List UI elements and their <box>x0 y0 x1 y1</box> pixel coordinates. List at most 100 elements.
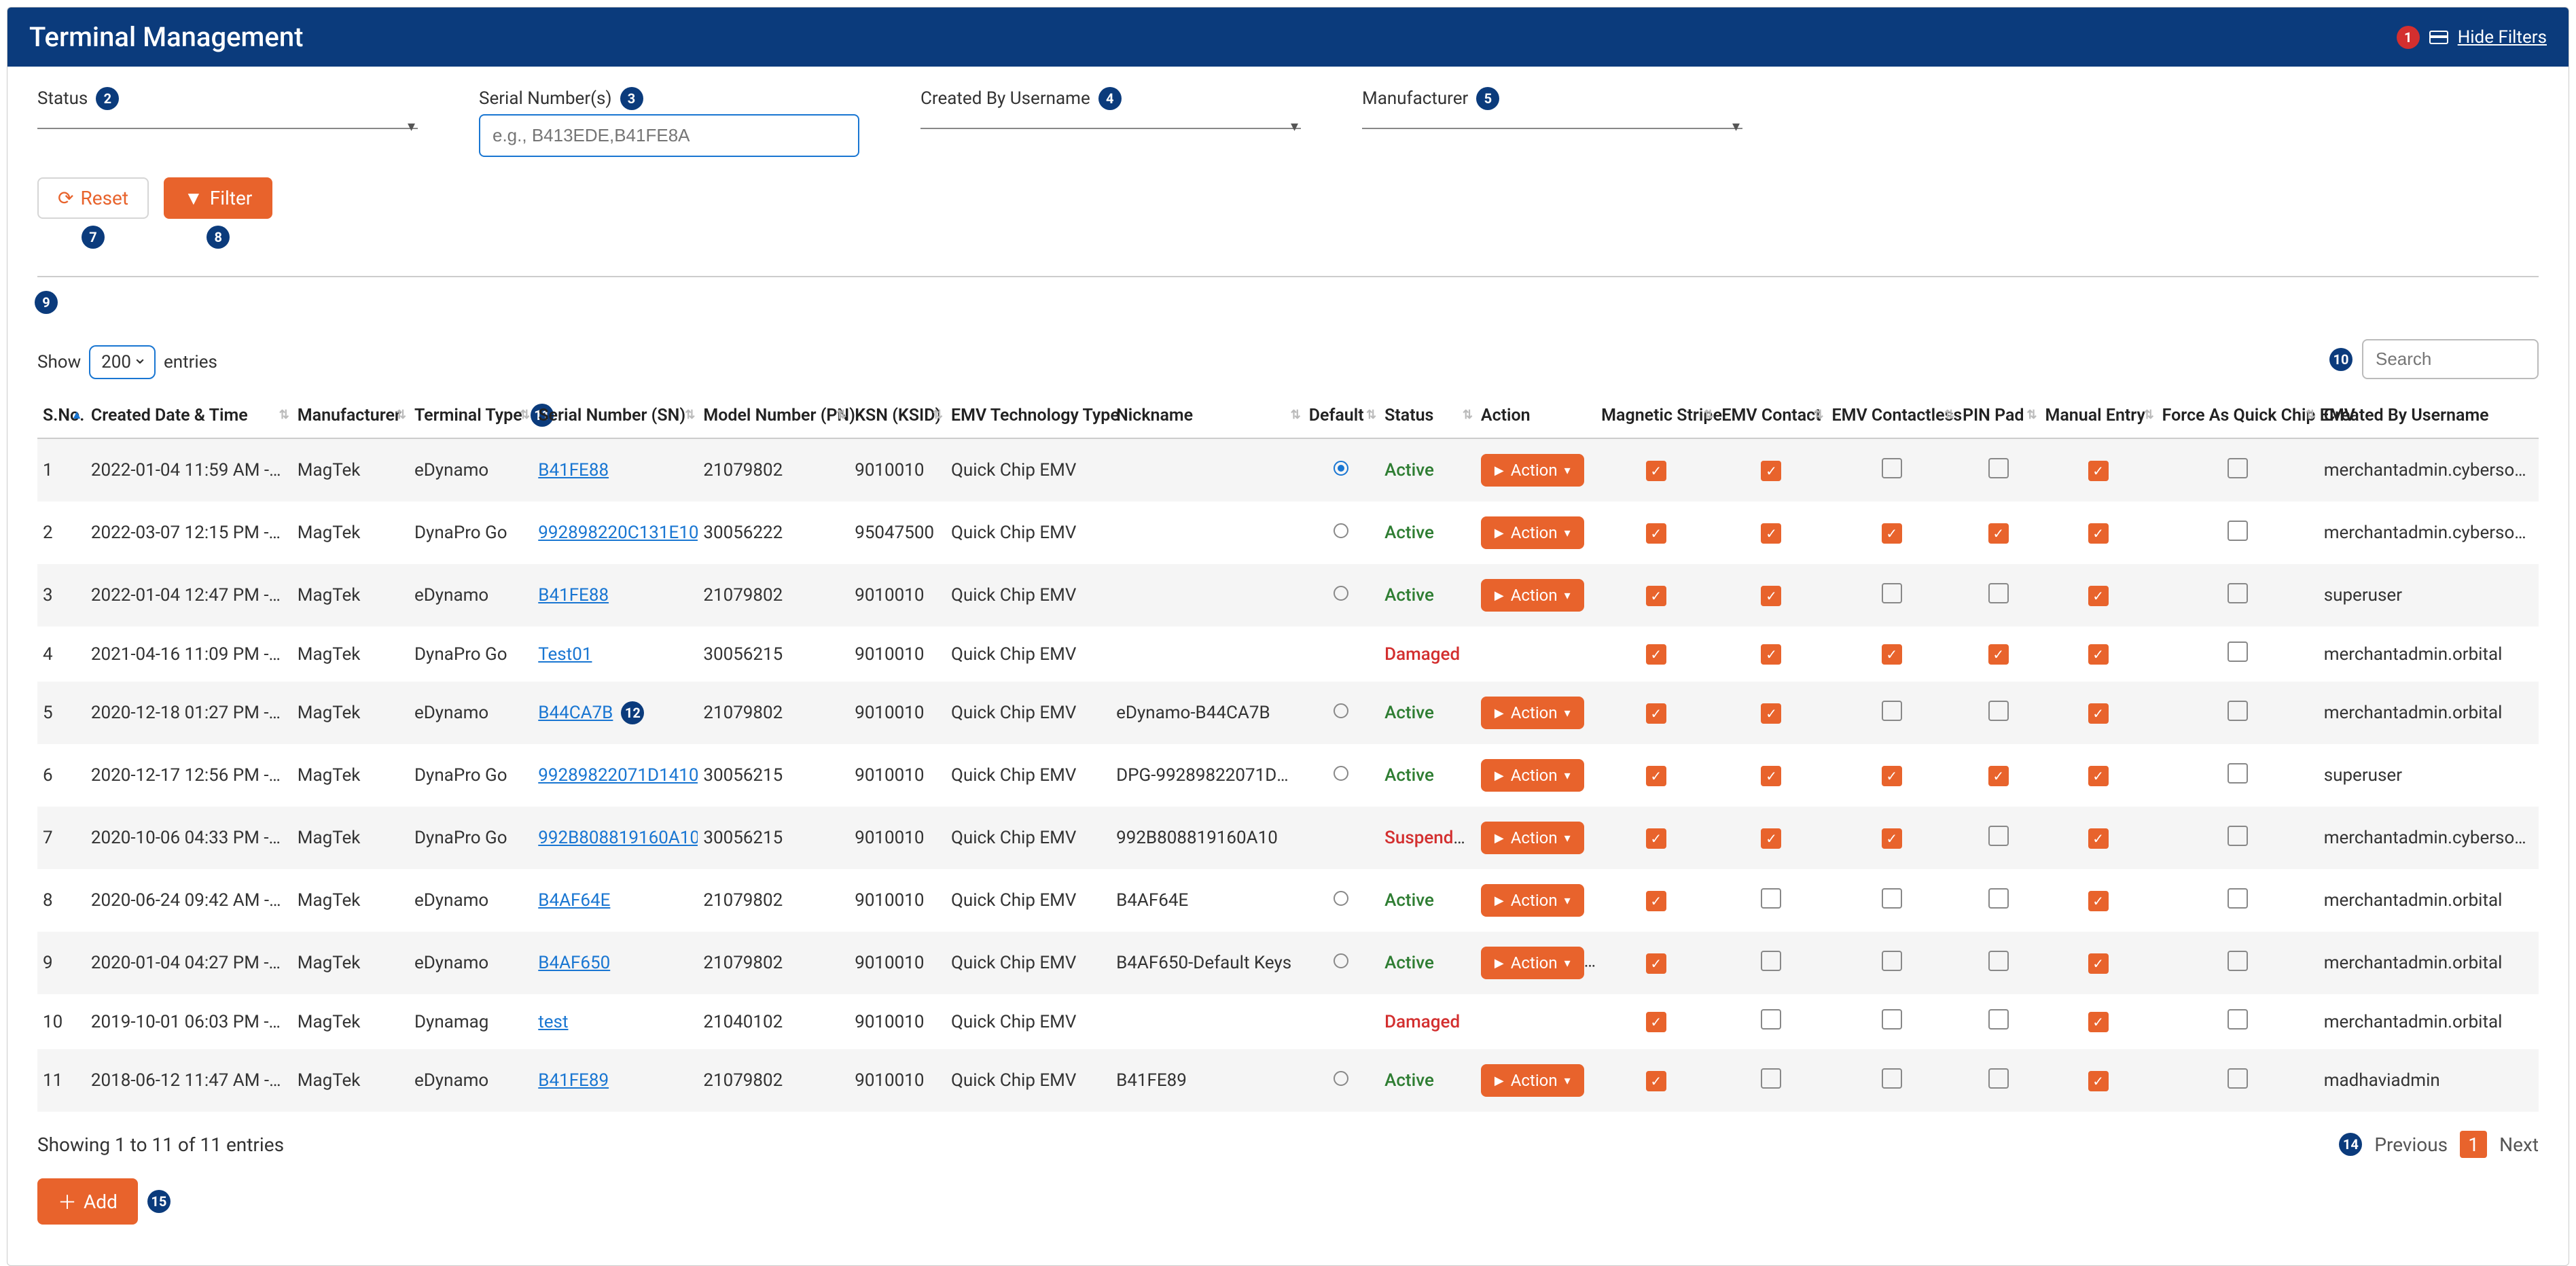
col-sno[interactable]: S.No.▲ <box>37 393 86 438</box>
default-radio[interactable] <box>1334 891 1348 906</box>
checkbox[interactable] <box>1988 458 2009 478</box>
default-radio[interactable] <box>1334 523 1348 538</box>
serial-link[interactable]: B4AF64E <box>538 890 610 911</box>
checkbox[interactable] <box>2228 1068 2248 1089</box>
action-button[interactable]: ▶Action▾ <box>1481 884 1584 917</box>
checkbox[interactable]: ✓ <box>1646 891 1666 911</box>
default-radio[interactable] <box>1334 586 1348 601</box>
checkbox[interactable]: ✓ <box>1761 644 1781 665</box>
checkbox[interactable] <box>2228 521 2248 541</box>
manufacturer-select[interactable] <box>1362 114 1742 129</box>
checkbox[interactable]: ✓ <box>2088 1012 2109 1032</box>
serial-input[interactable] <box>479 114 859 157</box>
serial-link[interactable]: B4AF650 <box>538 953 610 973</box>
checkbox[interactable] <box>1882 1009 1902 1030</box>
add-button[interactable]: ＋ Add <box>37 1178 138 1225</box>
checkbox[interactable]: ✓ <box>2088 891 2109 911</box>
checkbox[interactable] <box>1882 888 1902 909</box>
checkbox[interactable] <box>2228 826 2248 846</box>
serial-link[interactable]: B41FE89 <box>538 1070 609 1091</box>
checkbox[interactable]: ✓ <box>2088 953 2109 974</box>
checkbox[interactable]: ✓ <box>1646 828 1666 849</box>
checkbox[interactable]: ✓ <box>2088 644 2109 665</box>
hide-filters-link[interactable]: Hide Filters <box>2458 27 2547 48</box>
status-select[interactable] <box>37 114 418 129</box>
checkbox[interactable]: ✓ <box>1646 1012 1666 1032</box>
default-radio[interactable] <box>1334 1071 1348 1086</box>
checkbox[interactable] <box>2228 641 2248 662</box>
checkbox[interactable] <box>1761 1009 1781 1030</box>
checkbox[interactable]: ✓ <box>1761 461 1781 481</box>
checkbox[interactable]: ✓ <box>1761 703 1781 724</box>
checkbox[interactable]: ✓ <box>1882 644 1902 665</box>
checkbox[interactable] <box>2228 701 2248 721</box>
checkbox[interactable] <box>2228 888 2248 909</box>
col-pin[interactable]: PIN Pad⇅ <box>1957 393 2040 438</box>
checkbox[interactable]: ✓ <box>1646 703 1666 724</box>
serial-link[interactable]: 992B808819160A10 <box>538 828 698 848</box>
col-status[interactable]: Status⇅ <box>1379 393 1475 438</box>
checkbox[interactable] <box>1988 1009 2009 1030</box>
col-created-by[interactable]: Created By Username <box>2319 393 2539 438</box>
checkbox[interactable]: ✓ <box>1646 644 1666 665</box>
checkbox[interactable]: ✓ <box>1988 766 2009 786</box>
col-force[interactable]: Force As Quick Chip EMV⇅ <box>2157 393 2319 438</box>
serial-link[interactable]: 99289822071D1410 <box>538 765 698 786</box>
checkbox[interactable]: ✓ <box>2088 1071 2109 1091</box>
filter-button[interactable]: ▼ Filter <box>164 177 272 219</box>
action-button[interactable]: ▶Action▾ <box>1481 759 1584 792</box>
col-created[interactable]: Created Date & Time⇅ <box>86 393 292 438</box>
col-ksn[interactable]: KSN (KSID)⇅ <box>849 393 946 438</box>
col-manufacturer[interactable]: Manufacturer⇅ <box>292 393 409 438</box>
checkbox[interactable]: ✓ <box>2088 828 2109 849</box>
default-radio[interactable] <box>1334 766 1348 781</box>
pager-next[interactable]: Next <box>2499 1133 2539 1156</box>
checkbox[interactable] <box>1882 701 1902 721</box>
col-default[interactable]: Default⇅ <box>1304 393 1379 438</box>
action-button[interactable]: ▶Action▾ <box>1481 454 1584 487</box>
checkbox[interactable]: ✓ <box>1882 523 1902 544</box>
checkbox[interactable] <box>1761 888 1781 909</box>
col-mag[interactable]: Magnetic Stripe⇅ <box>1596 393 1716 438</box>
pager-previous[interactable]: Previous <box>2374 1133 2448 1156</box>
checkbox[interactable]: ✓ <box>2088 766 2109 786</box>
col-emv-contactless[interactable]: EMV Contactless⇅ <box>1826 393 1956 438</box>
serial-link[interactable]: test <box>538 1012 568 1032</box>
checkbox[interactable] <box>1882 458 1902 478</box>
action-button[interactable]: ▶Action▾ <box>1481 947 1584 979</box>
default-radio[interactable] <box>1334 953 1348 968</box>
created-by-select[interactable] <box>920 114 1301 129</box>
entries-select[interactable]: 200 <box>89 345 156 379</box>
col-serial[interactable]: Serial Number (SN)⇅ <box>533 393 698 438</box>
checkbox[interactable] <box>1988 826 2009 846</box>
checkbox[interactable]: ✓ <box>2088 461 2109 481</box>
checkbox[interactable] <box>2228 763 2248 784</box>
checkbox[interactable] <box>1988 951 2009 971</box>
checkbox[interactable]: ✓ <box>1646 461 1666 481</box>
checkbox[interactable]: ✓ <box>1988 644 2009 665</box>
default-radio[interactable] <box>1334 461 1348 476</box>
action-button[interactable]: ▶Action▾ <box>1481 1064 1584 1097</box>
search-input[interactable] <box>2362 339 2539 379</box>
action-button[interactable]: ▶Action▾ <box>1481 579 1584 612</box>
checkbox[interactable]: ✓ <box>1761 586 1781 606</box>
col-emv[interactable]: EMV Technology Type <box>946 393 1111 438</box>
checkbox[interactable] <box>1988 1068 2009 1089</box>
checkbox[interactable]: ✓ <box>1646 586 1666 606</box>
checkbox[interactable] <box>2228 951 2248 971</box>
checkbox[interactable]: ✓ <box>1761 828 1781 849</box>
action-button[interactable]: ▶Action▾ <box>1481 516 1584 549</box>
serial-link[interactable]: Test01 <box>538 644 592 665</box>
checkbox[interactable]: ✓ <box>1646 766 1666 786</box>
checkbox[interactable] <box>1882 951 1902 971</box>
serial-link[interactable]: 992898220C131E10 <box>538 523 698 543</box>
default-radio[interactable] <box>1334 703 1348 718</box>
checkbox[interactable] <box>1882 1068 1902 1089</box>
checkbox[interactable]: ✓ <box>1646 953 1666 974</box>
checkbox[interactable] <box>1882 583 1902 603</box>
checkbox[interactable] <box>2228 458 2248 478</box>
checkbox[interactable]: ✓ <box>1761 766 1781 786</box>
checkbox[interactable] <box>1761 951 1781 971</box>
checkbox[interactable]: ✓ <box>1761 523 1781 544</box>
serial-link[interactable]: B41FE88 <box>538 585 609 605</box>
